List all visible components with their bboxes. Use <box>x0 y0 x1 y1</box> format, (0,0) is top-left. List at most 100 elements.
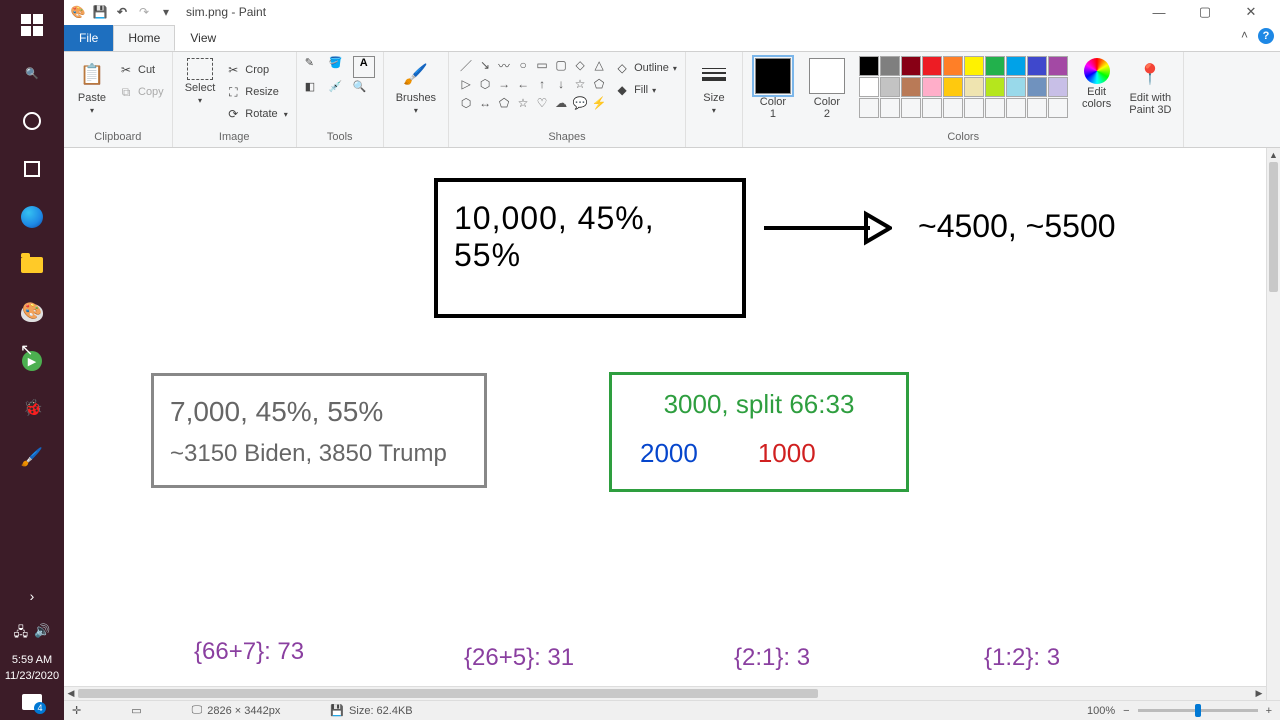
taskbar-app-green[interactable]: ▶ <box>8 338 56 384</box>
shape-fill-button[interactable]: ◆Fill▾ <box>614 80 677 100</box>
color-swatch[interactable] <box>901 56 921 76</box>
scrollbar-thumb[interactable] <box>78 689 818 698</box>
color-swatch[interactable] <box>985 56 1005 76</box>
canvas-text-purple-3: {2:1}: 3 <box>734 644 810 672</box>
crop-icon: ✂ <box>225 62 241 78</box>
undo-icon[interactable]: ↶ <box>114 4 130 20</box>
horizontal-scrollbar[interactable]: ◀ ▶ <box>64 686 1266 700</box>
canvas-text-purple-2: {26+5}: 31 <box>464 644 574 672</box>
color-swatch[interactable] <box>985 77 1005 97</box>
group-label: Image <box>219 131 250 145</box>
color2-button[interactable]: Color 2 <box>805 56 849 122</box>
tab-file[interactable]: File <box>64 25 113 51</box>
shapes-gallery[interactable]: ／↘〰○▭▢◇△ ▷⬡→←↑↓☆⬠ ⬡↔⬠☆♡☁💬⚡ <box>457 56 608 112</box>
taskbar-app-debug[interactable]: 🐞 <box>8 386 56 432</box>
taskbar-app-explorer[interactable] <box>8 242 56 288</box>
taskbar-app-edge[interactable] <box>8 194 56 240</box>
taskbar-app-virtualdesktop[interactable] <box>8 146 56 192</box>
color-swatch[interactable] <box>964 77 984 97</box>
edit-colors-button[interactable]: Edit colors <box>1078 56 1115 112</box>
color-swatch[interactable] <box>1006 77 1026 97</box>
minimize-button[interactable]: — <box>1136 0 1182 24</box>
color-swatch[interactable] <box>943 56 963 76</box>
help-icon[interactable]: ? <box>1258 28 1274 44</box>
task-view-button[interactable] <box>8 98 56 144</box>
brush-icon: 🖌️ <box>400 58 432 90</box>
zoom-out-button[interactable]: − <box>1123 705 1129 717</box>
ribbon-group-image: Select ▾ ✂Crop ⛶Resize ⟳Rotate▾ Image <box>173 52 297 147</box>
color-swatch[interactable] <box>1027 56 1047 76</box>
taskbar-clock[interactable]: 5:59 AM 11/23/2020 <box>5 649 59 688</box>
fill-icon: ◆ <box>614 82 630 98</box>
vertical-scrollbar[interactable]: ▲ ▼ <box>1266 148 1280 720</box>
paste-button[interactable]: 📋 Paste ▾ <box>72 56 112 117</box>
fill-tool[interactable]: 🪣 <box>329 56 351 78</box>
select-button[interactable]: Select ▾ <box>181 56 220 107</box>
rotate-button[interactable]: ⟳Rotate▾ <box>225 104 287 124</box>
size-button[interactable]: Size ▾ <box>694 56 734 117</box>
search-button[interactable]: 🔍 <box>8 50 56 96</box>
color-swatch[interactable] <box>901 77 921 97</box>
scroll-left-icon[interactable]: ◀ <box>64 687 78 700</box>
network-icon[interactable]: 🖧 <box>14 623 29 645</box>
zoom-slider[interactable] <box>1138 709 1258 712</box>
color-swatch[interactable] <box>922 56 942 76</box>
taskbar-app-paint-palette[interactable] <box>8 290 56 336</box>
taskbar-app-paint[interactable]: 🖌️ <box>8 434 56 480</box>
select-icon <box>187 58 213 80</box>
color-swatch[interactable] <box>1048 56 1068 76</box>
action-center-icon[interactable] <box>22 694 42 710</box>
color-swatch[interactable] <box>859 77 879 97</box>
start-button[interactable] <box>8 2 56 48</box>
scrollbar-thumb[interactable] <box>1269 162 1278 292</box>
cut-button[interactable]: ✂Cut <box>118 60 164 80</box>
group-label: Colors <box>947 131 979 145</box>
size-icon <box>698 58 730 90</box>
save-icon[interactable]: 💾 <box>92 4 108 20</box>
qat-dropdown-icon[interactable]: ▾ <box>158 4 174 20</box>
color-swatch[interactable] <box>1048 77 1068 97</box>
color-swatch[interactable] <box>1027 77 1047 97</box>
crop-button[interactable]: ✂Crop <box>225 60 287 80</box>
picker-tool[interactable]: 💉 <box>329 80 351 102</box>
chevron-down-icon: ▾ <box>90 106 94 115</box>
canvas-dimensions: 🖵2826 × 3442px <box>192 704 281 717</box>
copy-button[interactable]: ⧉Copy <box>118 82 164 102</box>
color1-button[interactable]: Color 1 <box>751 56 795 122</box>
color-swatch[interactable] <box>943 77 963 97</box>
tab-view[interactable]: View <box>175 25 231 51</box>
color-swatch[interactable] <box>880 77 900 97</box>
redo-icon[interactable]: ↷ <box>136 4 152 20</box>
scroll-right-icon[interactable]: ▶ <box>1252 687 1266 700</box>
zoom-slider-knob[interactable] <box>1195 704 1201 717</box>
maximize-button[interactable]: ▢ <box>1182 0 1228 24</box>
outline-icon: ◇ <box>614 60 630 76</box>
canvas-arrow-icon <box>762 210 892 246</box>
drawing-canvas[interactable]: 10,000, 45%, 55% ~4500, ~5500 7,000, 45%… <box>64 148 1266 686</box>
scroll-up-icon[interactable]: ▲ <box>1267 148 1280 162</box>
pencil-tool[interactable]: ✎ <box>305 56 327 78</box>
color-swatch[interactable] <box>1006 56 1026 76</box>
color-swatch[interactable] <box>964 56 984 76</box>
eraser-tool[interactable]: ◧ <box>305 80 327 102</box>
ribbon-group-tools: ✎ 🪣 A ◧ 💉 🔍 Tools <box>297 52 384 147</box>
taskbar-expand[interactable]: › <box>8 573 56 619</box>
windows-taskbar: 🔍 ▶ 🐞 🖌️ ↖ › 🖧 🔊 5:59 AM 11/23/2020 <box>0 0 64 720</box>
brushes-button[interactable]: 🖌️ Brushes ▾ <box>392 56 440 117</box>
collapse-ribbon-icon[interactable]: ˄ <box>1241 28 1248 44</box>
close-button[interactable]: ✕ <box>1228 0 1274 24</box>
magnifier-tool[interactable]: 🔍 <box>353 80 375 102</box>
volume-icon[interactable]: 🔊 <box>34 623 50 645</box>
paint3d-button[interactable]: 📍 Edit with Paint 3D <box>1125 56 1175 118</box>
shape-outline-button[interactable]: ◇Outline▾ <box>614 58 677 78</box>
zoom-in-button[interactable]: + <box>1266 705 1272 717</box>
color-swatch[interactable] <box>922 77 942 97</box>
paint3d-icon: 📍 <box>1134 58 1166 90</box>
task-view-icon <box>23 112 41 130</box>
system-tray[interactable]: 🖧 🔊 <box>0 619 64 649</box>
color-swatch[interactable] <box>880 56 900 76</box>
resize-button[interactable]: ⛶Resize <box>225 82 287 102</box>
color-swatch[interactable] <box>859 56 879 76</box>
text-tool[interactable]: A <box>353 56 375 78</box>
tab-home[interactable]: Home <box>113 25 175 51</box>
